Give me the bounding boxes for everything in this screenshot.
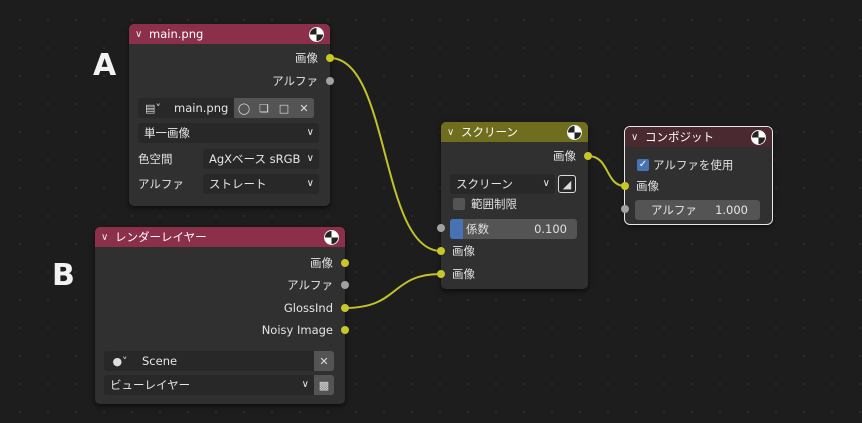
output-image-label: 画像 [310, 256, 333, 270]
blend-mode-row: スクリーン ∨ ◢ [450, 174, 577, 194]
alpha-mode-label: アルファ [138, 177, 184, 191]
link-screen-to-composite[interactable] [587, 155, 626, 187]
render-layers-title: レンダーレイヤー [115, 230, 207, 244]
alpha-mode-value: ストレート [209, 177, 267, 191]
link-glossind-to-screen[interactable] [344, 273, 442, 309]
image-source-dropdown[interactable]: 単一画像 ∨ [138, 123, 319, 143]
color-space-label: 色空間 [138, 152, 173, 166]
screen-node-title: スクリーン [461, 125, 518, 139]
image-node-title: main.png [149, 27, 204, 41]
collapse-chevron-icon[interactable]: ∨ [631, 132, 645, 143]
clamp-label: 範囲制限 [471, 197, 517, 211]
unlink-image-close-icon[interactable]: ✕ [294, 98, 314, 118]
render-layer-icon[interactable]: ▩ [314, 375, 334, 395]
duplicate-image-icon[interactable]: ❏ [254, 98, 274, 118]
image-node[interactable]: ∨ main.png 画像 アルファ ▤˅ main.png ◯ ❏ □ ✕ 単… [129, 24, 334, 206]
chevron-down-icon: ∨ [306, 127, 314, 138]
preview-toggle-icon[interactable] [751, 129, 766, 145]
collapse-chevron-icon[interactable]: ∨ [101, 232, 115, 243]
clamp-checkbox[interactable] [453, 198, 465, 210]
color-space-dropdown[interactable]: AgXベース sRGB ∨ [203, 149, 319, 169]
link-image-to-screen[interactable] [329, 57, 442, 252]
output-alpha-socket[interactable] [326, 77, 334, 85]
view-layer-row: ビューレイヤー ∨ ▩ [104, 375, 334, 395]
image-source-value: 単一画像 [144, 126, 190, 140]
collapse-chevron-icon[interactable]: ∨ [447, 127, 461, 138]
screen-mix-node[interactable]: ∨ スクリーン 画像 スクリーン ∨ ◢ 範囲制限 係数 0.100 画像 画像 [437, 122, 592, 289]
color-space-value: AgXベース sRGB [209, 152, 301, 166]
blend-mode-dropdown[interactable]: スクリーン ∨ [450, 174, 555, 194]
composite-node-title: コンポジット [645, 130, 714, 144]
open-folder-icon[interactable]: □ [274, 98, 294, 118]
use-alpha-label: アルファを使用 [653, 158, 734, 172]
use-alpha-toggle-icon[interactable]: ◢ [558, 175, 576, 193]
alpha-field-label: アルファ [651, 203, 697, 217]
use-alpha-checkbox[interactable]: ✓ [637, 159, 649, 171]
render-layers-header[interactable]: ∨ レンダーレイヤー [95, 227, 345, 247]
annotation-a: A [93, 48, 117, 83]
preview-toggle-icon[interactable] [567, 124, 582, 140]
preview-toggle-icon[interactable] [309, 26, 324, 42]
output-alpha-socket[interactable] [341, 281, 349, 289]
chevron-down-icon: ∨ [306, 153, 314, 164]
output-image-socket[interactable] [326, 54, 334, 62]
clamp-row: 範囲制限 [453, 196, 517, 212]
chevron-down-icon: ∨ [306, 178, 314, 189]
output-glossind-socket[interactable] [341, 304, 349, 312]
output-image-label: 画像 [553, 149, 576, 163]
scene-selector-row: ●˅ Scene ✕ [104, 351, 334, 371]
input-image-socket[interactable] [621, 182, 629, 190]
fake-user-shield-icon[interactable]: ◯ [234, 98, 254, 118]
output-noisy-label: Noisy Image [261, 323, 333, 337]
alpha-value-field[interactable]: アルファ 1.000 [635, 200, 760, 220]
alpha-mode-dropdown[interactable]: ストレート ∨ [203, 174, 319, 194]
input-image1-socket[interactable] [437, 247, 445, 255]
scene-browse-icon[interactable]: ●˅ [104, 351, 136, 371]
composite-node[interactable]: ∨ コンポジット ✓ アルファを使用 画像 アルファ 1.000 [621, 126, 773, 225]
screen-node-header[interactable]: ∨ スクリーン [441, 122, 588, 142]
image-browse-icon[interactable]: ▤˅ [138, 98, 168, 118]
unlink-scene-close-icon[interactable]: ✕ [314, 351, 334, 371]
output-image-socket[interactable] [341, 259, 349, 267]
image-node-header[interactable]: ∨ main.png [129, 24, 330, 44]
input-alpha-socket[interactable] [621, 205, 629, 213]
image-name-field[interactable]: main.png [168, 98, 234, 118]
preview-toggle-icon[interactable] [324, 229, 339, 245]
render-layers-node[interactable]: ∨ レンダーレイヤー 画像 アルファ GlossInd Noisy Image … [95, 227, 349, 404]
composite-node-header[interactable]: ∨ コンポジット [625, 127, 772, 147]
image-selector-row: ▤˅ main.png ◯ ❏ □ ✕ [138, 98, 319, 118]
blend-mode-value: スクリーン [456, 177, 513, 191]
collapse-chevron-icon[interactable]: ∨ [135, 29, 149, 40]
output-glossind-label: GlossInd [283, 301, 333, 315]
output-image-label: 画像 [295, 51, 318, 65]
view-layer-dropdown[interactable]: ビューレイヤー ∨ [104, 375, 314, 395]
factor-slider[interactable]: 係数 0.100 [450, 219, 577, 239]
factor-input-socket[interactable] [437, 224, 445, 232]
output-alpha-label: アルファ [272, 74, 318, 88]
scene-name-field[interactable]: Scene [136, 351, 314, 371]
annotation-b: B [52, 258, 75, 293]
alpha-field-value: 1.000 [715, 203, 748, 217]
input-image2-label: 画像 [452, 267, 475, 281]
output-image-socket[interactable] [584, 152, 592, 160]
factor-label: 係数 [466, 222, 489, 236]
use-alpha-row: ✓ アルファを使用 [637, 157, 733, 173]
chevron-down-icon: ∨ [542, 178, 550, 189]
input-image1-label: 画像 [452, 244, 475, 258]
factor-value: 0.100 [534, 222, 567, 236]
chevron-down-icon: ∨ [301, 379, 309, 390]
view-layer-value: ビューレイヤー [110, 378, 191, 392]
input-image2-socket[interactable] [437, 270, 445, 278]
factor-slider-fill [450, 219, 463, 239]
input-image-label: 画像 [636, 179, 659, 193]
output-alpha-label: アルファ [287, 278, 333, 292]
output-noisy-socket[interactable] [341, 326, 349, 334]
